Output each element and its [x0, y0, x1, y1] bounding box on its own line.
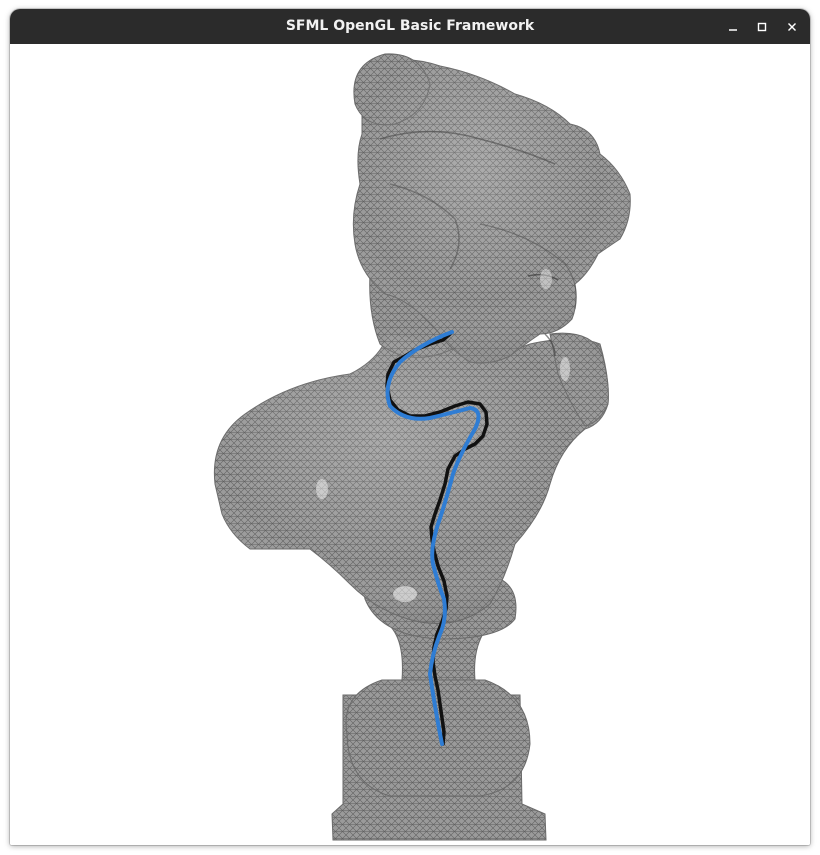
close-button[interactable]: [780, 15, 804, 39]
app-window: SFML OpenGL Basic Framework: [10, 9, 810, 845]
close-icon: [788, 23, 796, 31]
opengl-viewport[interactable]: [10, 44, 810, 845]
maximize-icon: [757, 22, 767, 32]
minimize-button[interactable]: [721, 15, 745, 39]
window-title: SFML OpenGL Basic Framework: [285, 18, 535, 34]
maximize-button[interactable]: [750, 15, 774, 39]
statue-bust-mesh: [213, 53, 631, 841]
title-bar[interactable]: SFML OpenGL Basic Framework: [10, 9, 810, 44]
minimize-icon: [729, 29, 737, 31]
render-canvas: [213, 53, 631, 841]
